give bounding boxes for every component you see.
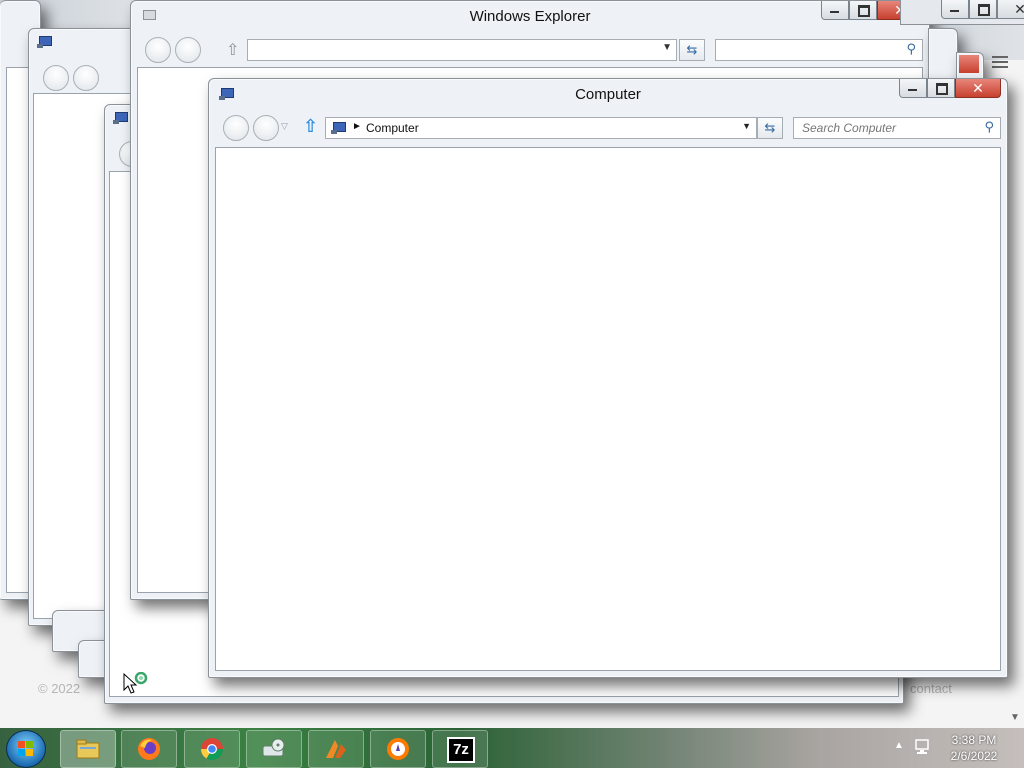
forward-icon[interactable] (175, 37, 201, 63)
back-icon[interactable] (223, 115, 249, 141)
search-box[interactable]: Search Computer ⚲ (793, 117, 1001, 139)
system-clock[interactable]: 3:38 PM 2/6/2022 (942, 732, 1006, 764)
recent-pages-chevron-icon[interactable]: ▽ (281, 121, 288, 132)
taskbar-item-chrome[interactable] (184, 730, 240, 768)
up-arrow-icon[interactable]: ⇧ (303, 116, 318, 137)
address-text[interactable]: Computer (366, 121, 419, 135)
taskbar-item-app-orange[interactable] (308, 730, 364, 768)
chrome-icon (199, 736, 225, 762)
refresh-button[interactable]: ⇆ (757, 117, 783, 139)
search-placeholder: Search Computer (802, 121, 897, 135)
hamburger-menu-icon[interactable] (992, 56, 1008, 68)
back-icon[interactable] (145, 37, 171, 63)
mouse-cursor-busy-icon (122, 671, 152, 701)
background-footer-copyright: © 2022 (38, 681, 81, 696)
maximize-button[interactable] (969, 0, 997, 19)
close-button[interactable]: ✕ (955, 79, 1001, 98)
up-arrow-icon[interactable]: ⇧ (226, 40, 239, 60)
7zip-icon: 7z (447, 737, 475, 763)
window-title: Computer (575, 86, 641, 103)
app-icon (323, 736, 349, 762)
caption-buttons: ✕ (899, 79, 1001, 99)
computer-icon (331, 122, 346, 134)
maximize-button[interactable] (849, 1, 877, 20)
taskbar-item-avast-browser[interactable] (370, 730, 426, 768)
taskbar-item-file-explorer[interactable] (60, 730, 116, 768)
computer-icon (37, 36, 52, 48)
close-button[interactable]: ✕ (997, 0, 1024, 19)
maximize-button[interactable] (927, 79, 955, 98)
minimize-button[interactable] (941, 0, 969, 19)
refresh-button[interactable]: ⇆ (679, 39, 705, 61)
dropdown-arrow-icon[interactable]: ▼ (742, 121, 751, 131)
forward-icon[interactable] (73, 65, 99, 91)
address-bar[interactable]: ► Computer ▼ (325, 117, 757, 139)
search-box[interactable]: ⚲ (715, 39, 923, 61)
dropdown-arrow-icon[interactable]: ▼ (662, 42, 672, 53)
content-pane[interactable] (215, 147, 1001, 671)
forward-icon[interactable] (253, 115, 279, 141)
show-hidden-icons-icon[interactable]: ▲ (894, 740, 904, 751)
title-bar[interactable]: Windows Explorer ✕ (131, 1, 929, 31)
7zip-label: 7z (453, 741, 469, 758)
clock-time: 3:38 PM (951, 733, 997, 747)
firefox-icon (136, 736, 162, 762)
taskbar-item-7zip[interactable]: 7z (432, 730, 488, 768)
ghost-window-6: ✕ (900, 0, 1024, 25)
clock-date: 2/6/2022 (950, 749, 998, 763)
background-footer-contact[interactable]: contact (910, 681, 952, 696)
taskbar-item-disk-tool[interactable] (246, 730, 302, 768)
title-bar[interactable]: Computer ✕ (209, 79, 1007, 109)
address-bar[interactable]: ▼ (247, 39, 677, 61)
computer-icon (113, 112, 128, 124)
breadcrumb-chevron-icon[interactable]: ► (352, 121, 362, 132)
network-icon[interactable] (914, 738, 932, 761)
window-title: Windows Explorer (469, 8, 591, 25)
back-icon[interactable] (43, 65, 69, 91)
scroll-down-arrow-icon[interactable]: ▼ (1010, 712, 1020, 723)
taskbar: 7z ▲ 3:38 PM 2/6/2022 (0, 728, 1024, 768)
computer-window[interactable]: Computer ✕ ▽ ⇧ ► Computer ▼ ⇆ Search Com… (208, 78, 1008, 678)
disk-icon (261, 736, 287, 762)
minimize-button[interactable] (899, 79, 927, 98)
minimize-button[interactable] (821, 1, 849, 20)
start-button[interactable] (6, 730, 46, 768)
avast-icon (385, 736, 411, 762)
search-icon: ⚲ (906, 41, 916, 56)
folder-icon (75, 736, 101, 762)
taskbar-item-firefox[interactable] (121, 730, 177, 768)
search-icon[interactable]: ⚲ (984, 119, 994, 135)
windows-logo-icon (18, 741, 34, 757)
